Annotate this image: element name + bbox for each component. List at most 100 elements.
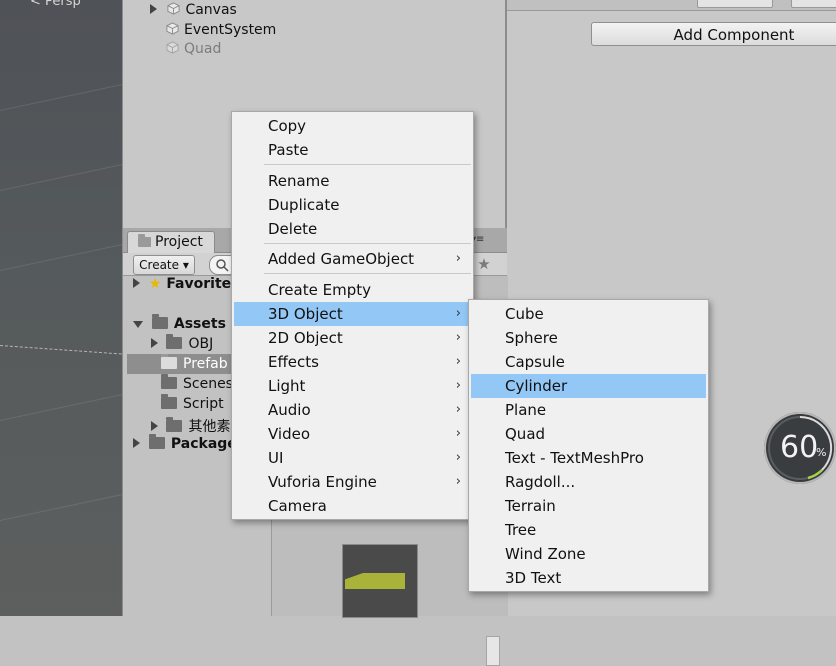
- tree-item-script[interactable]: Script: [161, 394, 224, 412]
- menu-item-sphere[interactable]: Sphere: [471, 326, 706, 350]
- menu-item-plane[interactable]: Plane: [471, 398, 706, 422]
- menu-item-ui[interactable]: UI ›: [234, 446, 471, 470]
- menu-item-label: Vuforia Engine: [268, 473, 377, 491]
- chevron-right-icon: ›: [455, 354, 461, 369]
- menu-item-create-empty[interactable]: Create Empty: [234, 278, 471, 302]
- tree-item-obj[interactable]: OBJ: [151, 334, 214, 352]
- folder-icon: [148, 434, 165, 449]
- menu-item-copy[interactable]: Copy: [234, 114, 471, 138]
- inspector-top-button[interactable]: [791, 0, 836, 8]
- chevron-right-icon[interactable]: [151, 421, 158, 431]
- chevron-right-icon: ›: [455, 426, 461, 441]
- chevron-right-icon[interactable]: [133, 438, 140, 448]
- menu-item-text-textmeshpro[interactable]: Text - TextMeshPro: [471, 446, 706, 470]
- inspector-header: [507, 0, 836, 11]
- chevron-right-icon: ›: [455, 450, 461, 465]
- tree-item-label: Scenes: [183, 376, 233, 392]
- chevron-right-icon: ›: [455, 306, 461, 321]
- chevron-right-icon: ›: [455, 378, 461, 393]
- inspector-top-button[interactable]: [697, 0, 773, 8]
- chevron-down-icon[interactable]: [133, 321, 143, 328]
- menu-item-label: Effects: [268, 353, 319, 371]
- menu-item-duplicate[interactable]: Duplicate: [234, 193, 471, 217]
- menu-item-3d-text[interactable]: 3D Text: [471, 566, 706, 590]
- menu-item-light[interactable]: Light ›: [234, 374, 471, 398]
- selection-outline: [0, 345, 122, 355]
- tree-item-label: Prefab: [183, 356, 228, 372]
- menu-item-label: UI: [268, 449, 284, 467]
- menu-item-tree[interactable]: Tree: [471, 518, 706, 542]
- menu-item-camera[interactable]: Camera: [234, 494, 471, 518]
- prefab-preview-shape: [345, 573, 405, 589]
- menu-separator: [264, 273, 471, 274]
- asset-thumbnail[interactable]: [342, 544, 418, 618]
- star-icon[interactable]: ★: [475, 255, 493, 273]
- menu-item-terrain[interactable]: Terrain: [471, 494, 706, 518]
- gauge-value: 60: [780, 430, 819, 465]
- menu-item-label: Audio: [268, 401, 311, 419]
- add-component-button[interactable]: Add Component: [591, 22, 836, 46]
- tree-item-label: Script: [183, 396, 224, 412]
- menu-separator: [264, 164, 471, 165]
- tree-favorites[interactable]: ★ Favorite: [133, 276, 231, 292]
- menu-item-wind-zone[interactable]: Wind Zone: [471, 542, 706, 566]
- chevron-right-icon[interactable]: [150, 4, 157, 14]
- folder-icon: [161, 394, 177, 409]
- menu-item-cylinder[interactable]: Cylinder: [471, 374, 706, 398]
- menu-item-paste[interactable]: Paste: [234, 138, 471, 162]
- menu-item-video[interactable]: Video ›: [234, 422, 471, 446]
- cube-icon: [166, 22, 179, 35]
- cube-icon: [166, 41, 179, 54]
- tree-assets[interactable]: Assets: [133, 314, 226, 332]
- menu-item-capsule[interactable]: Capsule: [471, 350, 706, 374]
- tab-project[interactable]: Project: [127, 231, 215, 253]
- hierarchy-item-canvas[interactable]: Canvas: [150, 2, 237, 18]
- chevron-right-icon: ›: [455, 474, 461, 489]
- star-icon: ★: [148, 276, 162, 292]
- hierarchy-item-eventsystem[interactable]: EventSystem: [166, 22, 276, 38]
- tree-item-scenes[interactable]: Scenes: [161, 374, 233, 392]
- menu-item-3d-object[interactable]: 3D Object ›: [234, 302, 471, 326]
- menu-item-2d-object[interactable]: 2D Object ›: [234, 326, 471, 350]
- chevron-right-icon[interactable]: [151, 338, 158, 348]
- hierarchy-item-label: Quad: [184, 41, 222, 57]
- menu-item-delete[interactable]: Delete: [234, 217, 471, 241]
- create-button[interactable]: Create ▾: [133, 255, 195, 275]
- scene-perspective-label[interactable]: < Persp: [30, 0, 81, 9]
- menu-item-audio[interactable]: Audio ›: [234, 398, 471, 422]
- menu-item-rename[interactable]: Rename: [234, 169, 471, 193]
- hierarchy-item-label: EventSystem: [184, 22, 277, 38]
- scene-view[interactable]: < Persp: [0, 0, 122, 616]
- cube-icon: [167, 2, 180, 15]
- folder-icon: [161, 374, 177, 389]
- folder-icon: [151, 314, 168, 329]
- menu-item-label: 2D Object: [268, 329, 343, 347]
- menu-item-quad[interactable]: Quad: [471, 422, 706, 446]
- search-icon: [216, 259, 229, 272]
- folder-icon: [166, 417, 183, 432]
- tree-item-label: OBJ: [188, 336, 214, 352]
- chevron-right-icon: ›: [455, 330, 461, 345]
- menu-item-effects[interactable]: Effects ›: [234, 350, 471, 374]
- chevron-right-icon: ›: [455, 402, 461, 417]
- folder-icon: [138, 234, 151, 247]
- vertical-scrollbar[interactable]: [486, 636, 500, 666]
- menu-item-label: Added GameObject: [268, 250, 415, 268]
- menu-item-label: Light: [268, 377, 306, 395]
- hierarchy-item-quad[interactable]: Quad: [166, 41, 221, 57]
- create-button-label: Create: [139, 258, 180, 272]
- menu-item-ragdoll[interactable]: Ragdoll...: [471, 470, 706, 494]
- tree-packages-label: Package: [170, 436, 237, 452]
- menu-item-added-gameobject[interactable]: Added GameObject ›: [234, 247, 471, 271]
- menu-item-vuforia-engine[interactable]: Vuforia Engine ›: [234, 470, 471, 494]
- chevron-right-icon[interactable]: [133, 278, 140, 288]
- tab-project-label: Project: [155, 234, 203, 250]
- performance-gauge: 60 %: [764, 412, 836, 484]
- menu-item-cube[interactable]: Cube: [471, 302, 706, 326]
- tree-packages[interactable]: Package: [133, 434, 237, 452]
- menu-item-label: Video: [268, 425, 311, 443]
- tree-favorites-label: Favorite: [166, 276, 232, 292]
- menu-item-label: 3D Object: [268, 305, 343, 323]
- folder-icon: [161, 354, 177, 369]
- chevron-right-icon: ›: [455, 251, 461, 266]
